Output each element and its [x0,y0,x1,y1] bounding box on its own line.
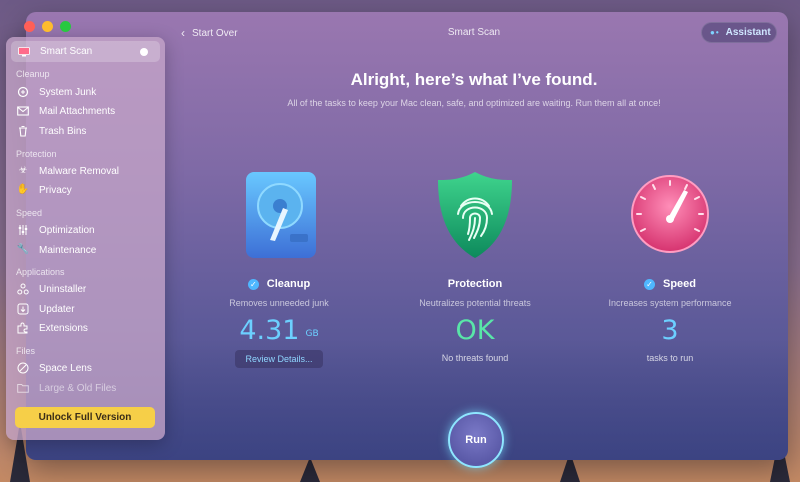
sidebar-item-smart-scan[interactable]: Smart Scan [11,41,160,62]
cleanup-size: 4.31 [239,315,300,346]
sidebar-item-large-old-files[interactable]: Large & Old Files [17,379,116,397]
section-applications: Applications [16,267,65,277]
sidebar-item-optimization[interactable]: Optimization [17,221,95,239]
sliders-icon [17,224,29,236]
cleanup-title: ✓ Cleanup [199,278,359,290]
shield-fingerprint-icon [434,168,516,260]
check-icon: ✓ [247,278,259,290]
cleanup-value: 4.31 GB [199,315,359,347]
sidebar-item-label: Malware Removal [39,165,120,177]
speed-description: Increases system performance [608,298,732,308]
active-indicator [140,48,148,56]
run-button[interactable]: Run [448,412,504,468]
unlock-full-version-button[interactable]: Unlock Full Version [15,407,155,428]
cleanup-description: Removes unneeded junk [229,298,329,308]
section-files: Files [16,346,36,356]
speedometer-icon [629,168,711,260]
assistant-label: Assistant [725,27,771,38]
sidebar-item-label: Optimization [39,224,95,236]
sidebar-item-label: Maintenance [39,244,97,256]
protection-description: Neutralizes potential threats [419,298,531,308]
protection-title-label: Protection [447,278,503,290]
uninstaller-icon [17,283,29,295]
wrench-icon: 🔧 [16,244,30,255]
section-speed: Speed [16,208,43,218]
speed-task-count: 3 [661,315,679,346]
page-title: Smart Scan [447,27,501,38]
sidebar-item-malware-removal[interactable]: ☣ Malware Removal [17,162,120,180]
hard-drive-icon [238,168,320,260]
cleanup-unit: GB [305,329,319,339]
subheadline: All of the tasks to keep your Mac clean,… [287,98,661,108]
minimize-button[interactable] [42,21,53,32]
sidebar-item-label: Large & Old Files [39,382,117,394]
protection-status: OK [455,315,495,346]
sidebar-item-label: Privacy [39,184,72,196]
extensions-icon [17,322,29,334]
monitor-icon [18,46,30,58]
biohazard-icon: ☣ [18,165,28,176]
close-button[interactable] [24,21,35,32]
cleanup-title-label: Cleanup [266,278,311,290]
speed-footnote: tasks to run [646,353,694,363]
protection-card: Protection Neutralizes potential threats… [395,168,555,363]
sidebar-item-extensions[interactable]: Extensions [17,319,88,337]
cleanup-card: ✓ Cleanup Removes unneeded junk 4.31 GB R… [199,168,359,368]
sidebar-item-updater[interactable]: Updater [17,300,75,318]
tree-silhouette [300,457,320,482]
sidebar-item-maintenance[interactable]: 🔧 Maintenance [17,241,96,259]
protection-footnote: No threats found [441,353,509,363]
folder-icon [17,382,29,394]
sidebar-item-label: Updater [39,303,75,315]
speed-title: ✓ Speed [590,278,750,290]
sidebar-item-trash-bins[interactable]: Trash Bins [17,122,86,140]
sidebar-item-space-lens[interactable]: Space Lens [17,359,92,377]
sidebar-item-label: Trash Bins [39,125,87,137]
sidebar-item-label: Smart Scan [40,46,93,57]
speed-title-label: Speed [662,278,696,290]
zoom-button[interactable] [60,21,71,32]
speed-card: ✓ Speed Increases system performance 3 t… [590,168,750,363]
section-protection: Protection [16,149,57,159]
review-details-button[interactable]: Review Details... [235,350,323,368]
protection-title: Protection [395,278,555,290]
updater-icon [17,303,29,315]
sidebar-item-uninstaller[interactable]: Uninstaller [17,280,86,298]
assistant-button[interactable]: ●• Assistant [701,22,777,43]
space-lens-icon [17,362,29,374]
sidebar-item-label: Uninstaller [39,283,87,295]
sidebar-item-label: Space Lens [39,362,92,374]
trash-icon [17,125,29,137]
window-controls [24,21,71,32]
assistant-icon: ●• [710,28,720,37]
headline: Alright, here’s what I’ve found. [350,70,598,89]
hand-icon: ✋ [16,184,30,195]
check-icon: ✓ [643,278,655,290]
sidebar-item-privacy[interactable]: ✋ Privacy [17,181,72,199]
sidebar-item-label: Extensions [39,322,88,334]
